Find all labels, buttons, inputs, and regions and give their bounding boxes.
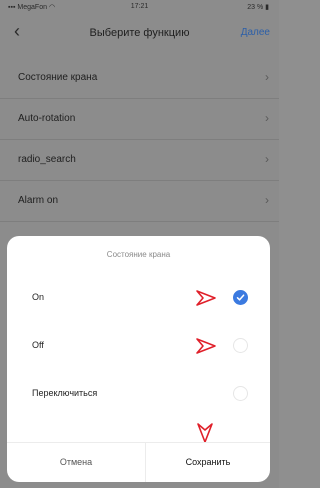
chevron-right-icon: › xyxy=(265,70,269,84)
option-label: Off xyxy=(32,340,44,350)
list-item-label: radio_search xyxy=(18,154,76,165)
save-button[interactable]: Сохранить xyxy=(146,457,270,467)
annotation-arrow-icon xyxy=(196,338,216,354)
list-item[interactable]: radio_search › xyxy=(0,140,279,181)
chevron-right-icon: › xyxy=(265,111,269,125)
chevron-right-icon: › xyxy=(265,193,269,207)
dialog-title: Состояние крана xyxy=(106,250,171,259)
battery-icon: ▮ xyxy=(265,4,269,11)
option-label: On xyxy=(32,292,45,302)
option-on[interactable]: On xyxy=(7,278,270,318)
nav-bar: ‹ Выберите функцию Далее xyxy=(0,14,279,54)
list-item[interactable]: Состояние крана › xyxy=(0,58,279,99)
list-item[interactable]: Alarm on › xyxy=(0,181,279,222)
cancel-button[interactable]: Отмена xyxy=(7,457,145,467)
screen: ▪▪▪ MegaFon ◠ 17:21 23 % ▮ ‹ Выберите фу… xyxy=(0,0,279,488)
list-item-label: Состояние крана xyxy=(18,72,98,83)
chevron-right-icon: › xyxy=(265,152,269,166)
list-item-label: Alarm on xyxy=(18,195,59,206)
list-item-label: Auto-rotation xyxy=(18,113,76,124)
battery-indicator: 23 % ▮ xyxy=(247,4,269,11)
radio-unchecked[interactable] xyxy=(233,338,248,353)
function-list: Состояние крана › Auto-rotation › radio_… xyxy=(0,58,279,222)
option-label: Переключиться xyxy=(32,388,98,398)
option-toggle[interactable]: Переключиться xyxy=(7,374,270,414)
checkmark-icon xyxy=(236,294,245,301)
option-dialog: Состояние крана On Off Переключиться Отм… xyxy=(7,236,270,482)
dialog-footer: Отмена Сохранить xyxy=(7,442,270,482)
status-bar: ▪▪▪ MegaFon ◠ 17:21 23 % ▮ xyxy=(0,0,279,14)
list-item[interactable]: Auto-rotation › xyxy=(0,99,279,140)
radio-unchecked[interactable] xyxy=(233,386,248,401)
radio-checked[interactable] xyxy=(233,290,248,305)
annotation-arrow-down-icon xyxy=(197,423,213,443)
next-button[interactable]: Далее xyxy=(241,27,270,38)
page-title: Выберите функцию xyxy=(89,27,190,39)
status-time: 17:21 xyxy=(130,3,149,10)
annotation-arrow-icon xyxy=(196,290,216,306)
option-off[interactable]: Off xyxy=(7,326,270,366)
